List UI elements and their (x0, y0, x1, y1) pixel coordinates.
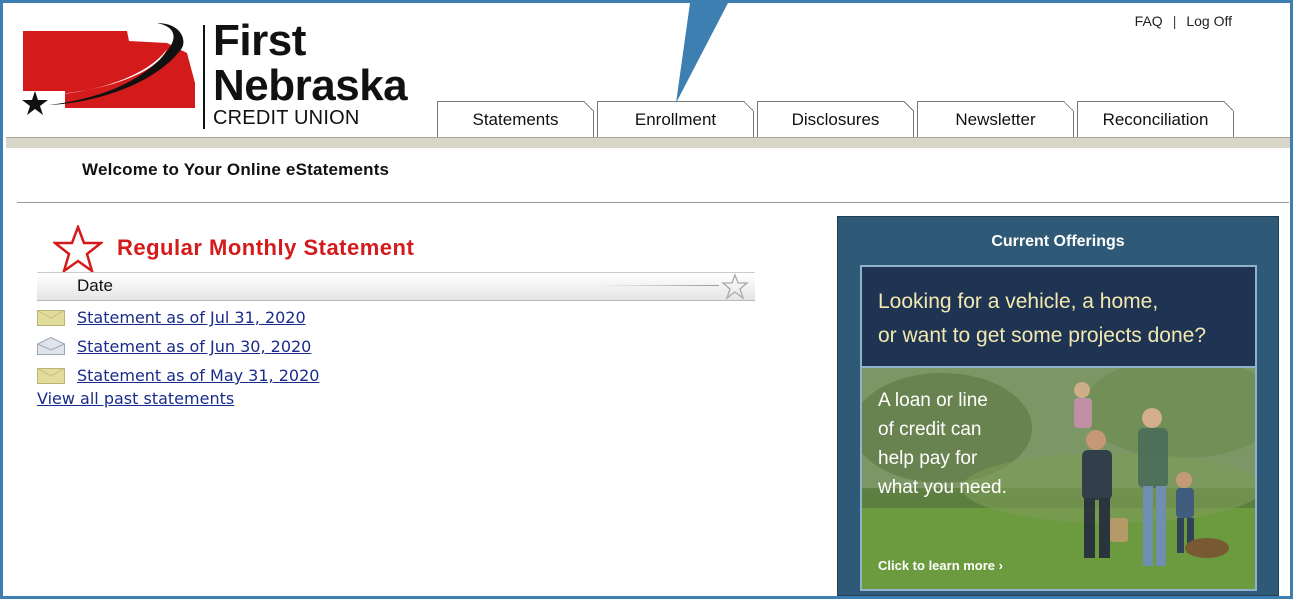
envelope-closed-icon (37, 310, 65, 326)
tab-disclosures[interactable]: Disclosures (757, 101, 914, 137)
star-outline-icon (53, 225, 103, 273)
offer-body-line: what you need. (878, 477, 1007, 498)
envelope-closed-icon (37, 368, 65, 384)
divider (17, 202, 1289, 203)
brand-name-nebraska: Nebraska (213, 61, 408, 110)
offerings-panel: Current Offerings Looking for a vehicle,… (837, 216, 1279, 596)
brand-name-first: First (213, 16, 306, 65)
statement-link[interactable]: Statement as of Jun 30, 2020 (77, 337, 311, 356)
callout-pointer (676, 3, 728, 103)
top-links-separator: | (1172, 13, 1177, 29)
tab-reconciliation[interactable]: Reconciliation (1077, 101, 1234, 137)
offer-headline-box: Looking for a vehicle, a home, or want t… (862, 267, 1255, 368)
offer-body-line: help pay for (878, 448, 978, 469)
learn-more-link[interactable]: Click to learn more › (878, 558, 1003, 573)
section-title: Regular Monthly Statement (117, 235, 415, 260)
offerings-title: Current Offerings (991, 233, 1125, 250)
faq-link[interactable]: FAQ (1135, 13, 1163, 29)
tab-newsletter[interactable]: Newsletter (917, 101, 1074, 137)
offer-body-text: A loan or line of credit can help pay fo… (878, 386, 1007, 502)
offer-body-line: A loan or line (878, 390, 988, 411)
nebraska-map-logo-icon (22, 23, 195, 115)
column-header-date[interactable]: Date (77, 276, 113, 296)
tab-bar (6, 137, 1290, 148)
screenshot-frame: First Nebraska CREDIT UNION FAQ | Log Off … (0, 0, 1293, 599)
family-photo: A loan or line of credit can help pay fo… (862, 368, 1255, 589)
tab-label: Enrollment (634, 109, 717, 129)
statement-link[interactable]: Statement as of May 31, 2020 (77, 366, 319, 385)
header-decoration (599, 285, 719, 286)
tab-label: Newsletter (955, 109, 1036, 129)
brand-logo[interactable]: First Nebraska CREDIT UNION (17, 13, 417, 129)
statement-link[interactable]: Statement as of Jul 31, 2020 (77, 308, 306, 327)
offer-banner[interactable]: Looking for a vehicle, a home, or want t… (860, 265, 1257, 591)
star-outline-icon (721, 273, 749, 300)
tab-label: Reconciliation (1102, 109, 1209, 129)
offer-headline: Looking for a vehicle, a home, or want t… (878, 285, 1206, 353)
logoff-link[interactable]: Log Off (1186, 13, 1232, 29)
envelope-open-icon (37, 337, 65, 355)
page-title: Welcome to Your Online eStatements (82, 160, 390, 179)
top-links: FAQ | Log Off (1135, 13, 1232, 29)
tab-label: Statements (472, 109, 559, 129)
tab-label: Disclosures (791, 109, 880, 129)
offer-headline-line: Looking for a vehicle, a home, (878, 290, 1159, 313)
tab-statements[interactable]: Statements (437, 101, 594, 137)
offer-headline-line: or want to get some projects done? (878, 324, 1207, 347)
offer-body-line: of credit can (878, 419, 982, 440)
view-all-statements-link[interactable]: View all past statements (37, 389, 234, 408)
brand-divider (203, 25, 205, 129)
table-header: Date (37, 272, 755, 301)
brand-name-credit-union: CREDIT UNION (213, 107, 360, 129)
